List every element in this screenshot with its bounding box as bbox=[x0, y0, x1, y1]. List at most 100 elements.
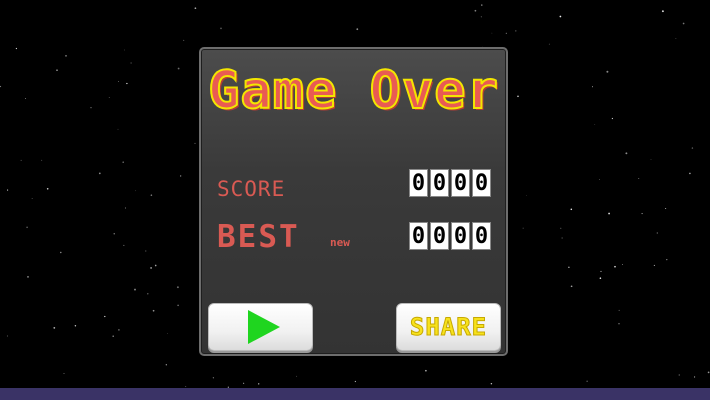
star bbox=[130, 62, 132, 64]
star bbox=[625, 152, 628, 155]
star bbox=[147, 293, 149, 295]
new-best-badge: new bbox=[330, 236, 350, 249]
star bbox=[296, 375, 298, 377]
star bbox=[220, 27, 222, 30]
game-over-panel: Game Over SCORE 0 0 0 0 BEST new 0 0 0 0… bbox=[199, 47, 508, 356]
star bbox=[491, 32, 493, 34]
star bbox=[505, 32, 507, 34]
star bbox=[515, 30, 517, 32]
star bbox=[118, 329, 120, 331]
star bbox=[694, 376, 696, 378]
star bbox=[6, 335, 8, 337]
star bbox=[212, 377, 215, 379]
star bbox=[665, 208, 667, 209]
star bbox=[126, 82, 128, 85]
star bbox=[678, 374, 680, 376]
star bbox=[145, 250, 147, 252]
star bbox=[599, 277, 602, 279]
star bbox=[606, 70, 609, 73]
score-digit: 0 bbox=[472, 169, 491, 197]
star bbox=[41, 159, 43, 161]
star bbox=[653, 264, 655, 266]
star bbox=[20, 159, 22, 161]
star bbox=[177, 304, 179, 307]
star bbox=[185, 386, 187, 387]
star bbox=[63, 373, 65, 374]
star bbox=[591, 86, 594, 88]
star bbox=[481, 4, 483, 6]
star bbox=[104, 315, 106, 318]
star bbox=[7, 189, 9, 191]
star bbox=[614, 265, 616, 268]
star bbox=[691, 147, 694, 149]
share-button-label: SHARE bbox=[409, 313, 488, 342]
star bbox=[618, 323, 620, 325]
star bbox=[586, 380, 588, 382]
best-label: BEST bbox=[217, 219, 300, 255]
star bbox=[682, 22, 685, 25]
star bbox=[618, 309, 620, 311]
score-value: 0 0 0 0 bbox=[409, 169, 491, 197]
star bbox=[570, 208, 573, 211]
star bbox=[176, 286, 179, 289]
star bbox=[90, 107, 92, 109]
star bbox=[0, 85, 2, 88]
star bbox=[60, 251, 62, 254]
star bbox=[641, 213, 643, 215]
star bbox=[666, 258, 668, 261]
star bbox=[526, 194, 527, 196]
best-digit: 0 bbox=[472, 222, 491, 250]
star bbox=[559, 15, 562, 18]
star bbox=[490, 382, 493, 385]
star bbox=[474, 9, 477, 12]
star bbox=[65, 55, 67, 57]
star bbox=[194, 7, 197, 10]
star bbox=[356, 28, 359, 31]
star bbox=[600, 270, 602, 272]
star bbox=[561, 237, 563, 239]
star bbox=[548, 43, 550, 45]
star bbox=[599, 179, 601, 180]
score-digit: 0 bbox=[430, 169, 449, 197]
best-digit: 0 bbox=[451, 222, 470, 250]
star bbox=[622, 264, 623, 265]
score-digit: 0 bbox=[451, 169, 470, 197]
bottom-bar bbox=[0, 388, 710, 400]
star bbox=[31, 198, 33, 199]
star bbox=[570, 285, 573, 288]
star bbox=[560, 227, 562, 229]
star bbox=[112, 335, 114, 337]
star bbox=[480, 16, 482, 18]
star bbox=[113, 233, 115, 235]
star bbox=[594, 124, 596, 125]
star bbox=[167, 333, 169, 334]
star bbox=[194, 142, 196, 144]
score-digit: 0 bbox=[409, 169, 428, 197]
star bbox=[53, 326, 56, 329]
star bbox=[123, 244, 125, 246]
star bbox=[124, 49, 125, 51]
star bbox=[568, 266, 570, 268]
star bbox=[152, 309, 155, 312]
play-again-button[interactable] bbox=[208, 303, 313, 351]
star bbox=[46, 188, 49, 190]
star bbox=[27, 276, 29, 278]
star bbox=[15, 47, 18, 50]
star bbox=[177, 67, 180, 70]
star bbox=[117, 128, 119, 130]
star bbox=[122, 161, 124, 163]
star bbox=[124, 207, 126, 209]
share-button[interactable]: SHARE bbox=[396, 303, 501, 351]
star bbox=[183, 39, 185, 41]
star bbox=[517, 95, 519, 98]
star bbox=[675, 38, 677, 40]
star bbox=[154, 264, 157, 267]
star bbox=[707, 371, 710, 374]
star bbox=[258, 383, 260, 385]
star bbox=[56, 69, 58, 71]
game-over-title: Game Over bbox=[207, 61, 499, 121]
star bbox=[165, 364, 167, 366]
star bbox=[134, 288, 136, 291]
star bbox=[638, 178, 640, 179]
star bbox=[26, 226, 28, 229]
